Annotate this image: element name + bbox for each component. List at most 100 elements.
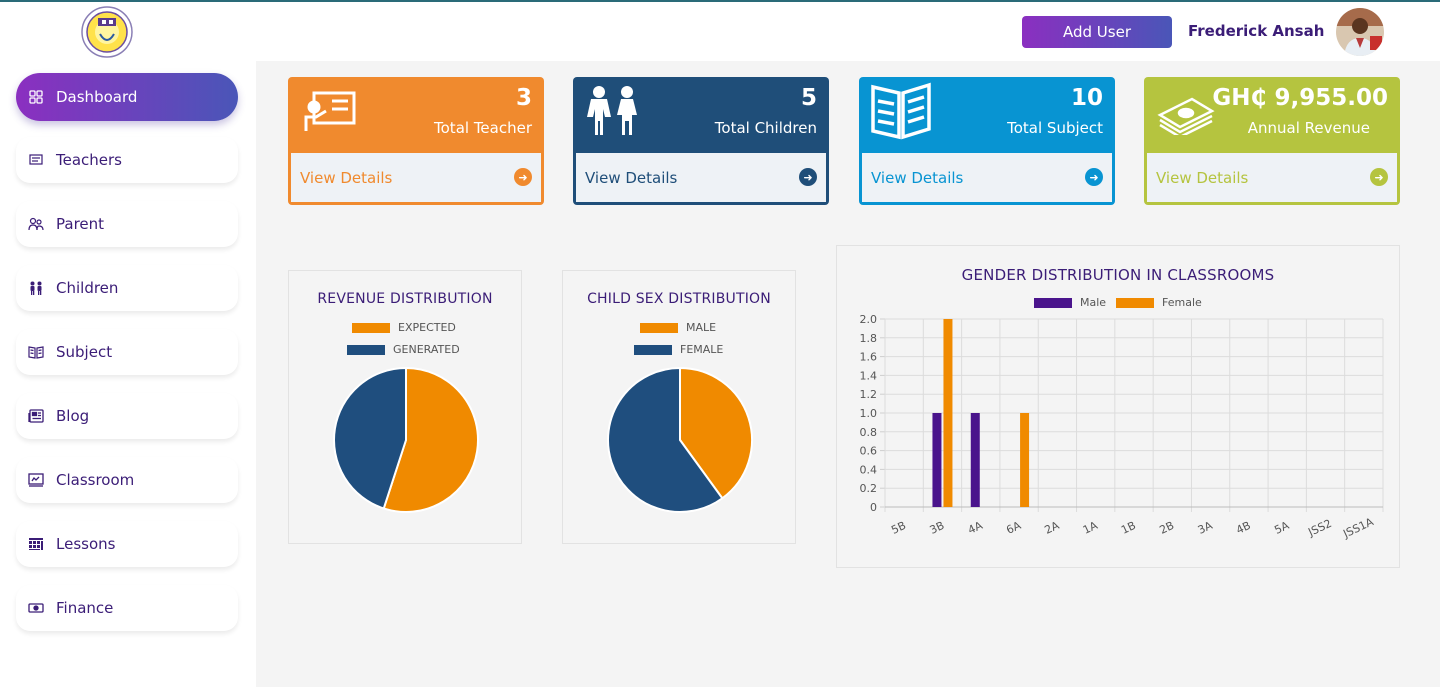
chart-title: REVENUE DISTRIBUTION [317,291,493,307]
legend-label: FEMALE [680,343,724,356]
sidebar-item-lessons[interactable]: Lessons [16,521,238,567]
arrow-right-icon: ➜ [514,168,532,186]
x-tick-label: 2A [1043,519,1062,537]
card-header: 3 Total Teacher [288,77,544,153]
y-tick-label: 1.4 [860,369,878,382]
card-header: 5 Total Children [573,77,829,153]
y-tick-label: 1.8 [860,332,878,345]
blog-icon [28,408,44,424]
card-count: GH₵ 9,955.00 [1212,85,1388,111]
y-tick-label: 1.6 [860,351,878,364]
stat-card-subject: 10 Total Subject View Details ➜ [859,77,1115,205]
x-tick-label: 2B [1157,519,1176,537]
parent-icon [28,216,44,232]
sidebar-item-label: Teachers [56,151,122,169]
main-content: 3 Total Teacher View Details ➜ 5 Total C… [256,61,1440,687]
sidebar-item-label: Finance [56,599,114,617]
revenue-distribution-panel: REVENUE DISTRIBUTION EXPECTED GENERATED [288,270,522,544]
legend-swatch [352,322,390,333]
user-name[interactable]: Frederick Ansah [1188,22,1324,40]
legend-label: MALE [686,321,717,334]
legend-swatch [634,344,672,355]
sidebar-item-label: Subject [56,343,113,361]
sidebar: Dashboard Teachers Parent Children Subje… [0,61,256,687]
legend-item-generated[interactable]: GENERATED [347,343,460,356]
add-user-button[interactable]: Add User [1022,16,1172,48]
sidebar-item-parent[interactable]: Parent [16,201,238,247]
header: Add User Frederick Ansah [0,2,1440,61]
sidebar-item-label: Blog [56,407,90,425]
x-tick-label: 1A [1081,519,1100,537]
lessons-icon [28,536,44,552]
y-tick-label: 2.0 [860,313,878,326]
gender-bar-chart: 0 0.2 0.4 0.6 0.8 1.0 1.2 1.4 1.6 1.8 2.0 5B 3B 4A 6A 2… [860,313,1384,541]
sidebar-item-classroom[interactable]: Classroom [16,457,238,503]
subject-icon [28,344,44,360]
x-tick-label: 5A [1272,519,1291,537]
x-tick-label: JSS2 [1305,517,1333,539]
user-avatar[interactable] [1336,8,1384,56]
sidebar-item-teachers[interactable]: Teachers [16,137,238,183]
arrow-right-icon: ➜ [799,168,817,186]
sidebar-item-label: Lessons [56,535,116,553]
bar-male-3b[interactable] [932,413,942,507]
sidebar-item-blog[interactable]: Blog [16,393,238,439]
child-sex-pie-chart [607,366,753,513]
x-tick-label: 4A [966,519,985,537]
y-tick-label: 1.2 [860,388,878,401]
y-tick-label: 0.6 [860,445,878,458]
view-details-link[interactable]: View Details ➜ [1147,153,1397,202]
bar-female-6a[interactable] [1020,413,1030,507]
y-tick-label: 0.4 [860,463,878,476]
classroom-icon [28,472,44,488]
card-label: Annual Revenue [1247,119,1370,137]
legend-label: GENERATED [393,343,460,356]
x-tick-label: 1B [1119,519,1138,537]
bar-male-4a[interactable] [970,413,980,507]
x-tick-label: 4B [1234,519,1253,537]
sidebar-item-dashboard[interactable]: Dashboard [16,73,238,121]
y-tick-label: 1.0 [860,407,878,420]
school-logo [80,6,134,58]
card-label: Total Subject [1007,119,1103,137]
legend-swatch [640,322,678,333]
money-stack-icon [1156,89,1216,139]
chart-title: CHILD SEX DISTRIBUTION [587,291,771,307]
stat-card-children: 5 Total Children View Details ➜ [573,77,829,205]
gender-distribution-panel: GENDER DISTRIBUTION IN CLASSROOMS Male F… [836,245,1400,568]
view-details-label: View Details [1156,168,1249,187]
card-count: 3 [515,85,532,111]
revenue-pie-chart [333,366,479,513]
view-details-link[interactable]: View Details ➜ [862,153,1112,202]
legend-item-expected[interactable]: EXPECTED [352,321,456,334]
sidebar-item-children[interactable]: Children [16,265,238,311]
bar-female-3b[interactable] [943,319,953,507]
chart-title: GENDER DISTRIBUTION IN CLASSROOMS [961,266,1275,284]
card-label: Total Teacher [434,119,532,137]
card-label: Total Children [714,119,817,137]
sidebar-item-subject[interactable]: Subject [16,329,238,375]
view-details-link[interactable]: View Details ➜ [576,153,826,202]
legend-item-male[interactable]: MALE [640,321,716,334]
children-icon [28,280,44,296]
view-details-label: View Details [585,168,678,187]
teacher-board-icon [302,83,358,143]
view-details-link[interactable]: View Details ➜ [291,153,541,202]
stat-card-teachers: 3 Total Teacher View Details ➜ [288,77,544,205]
x-tick-label: 3B [928,519,947,537]
sidebar-item-label: Classroom [56,471,135,489]
child-sex-distribution-panel: CHILD SEX DISTRIBUTION MALE FEMALE [562,270,796,544]
sidebar-item-label: Children [56,279,119,297]
sidebar-item-finance[interactable]: Finance [16,585,238,631]
arrow-right-icon: ➜ [1370,168,1388,186]
card-header: 10 Total Subject [859,77,1115,153]
x-tick-label: JSS1A [1340,515,1376,541]
legend-item-female[interactable]: FEMALE [634,343,723,356]
sidebar-item-label: Parent [56,215,105,233]
legend-label: EXPECTED [398,321,456,334]
x-tick-label: 6A [1004,519,1023,537]
view-details-label: View Details [871,168,964,187]
sidebar-item-label: Dashboard [56,88,138,106]
x-tick-label: 5B [889,519,908,537]
y-tick-label: 0 [870,501,877,514]
